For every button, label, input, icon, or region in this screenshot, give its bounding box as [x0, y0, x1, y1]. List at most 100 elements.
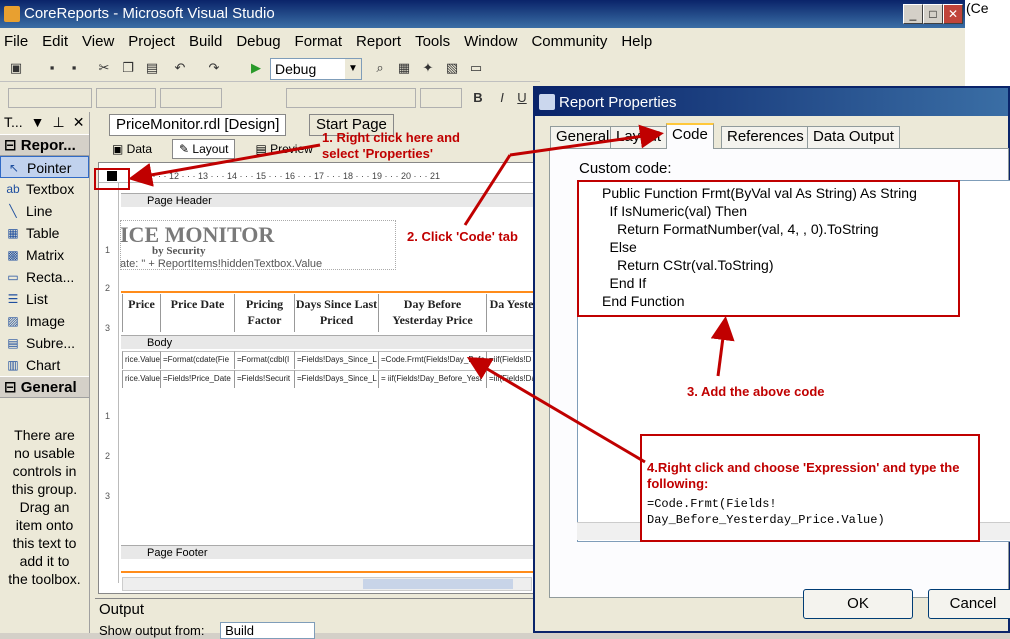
table-cell[interactable]: rice.Value	[122, 351, 160, 369]
close-button[interactable]: ✕	[943, 4, 963, 24]
minimize-button[interactable]: _	[903, 4, 923, 24]
menu-view[interactable]: View	[82, 33, 114, 50]
copy-icon[interactable]: ❐	[120, 60, 136, 76]
scrollbar-thumb[interactable]	[363, 579, 513, 589]
tab-data-output[interactable]: Data Output	[807, 126, 900, 148]
orange-rule	[121, 291, 541, 293]
table-cell[interactable]: =Fields!Securit	[234, 370, 294, 388]
undo-icon[interactable]: ↶	[172, 60, 188, 76]
line-icon: ╲	[9, 204, 17, 218]
paste-icon[interactable]: ▤	[144, 60, 160, 76]
save-all-icon[interactable]: ▪	[66, 60, 82, 76]
toolbox-icon[interactable]: ✦	[420, 60, 436, 76]
page-header-band[interactable]: Page Header	[121, 193, 541, 207]
toolbox-item-label: Chart	[26, 357, 61, 373]
italic-icon[interactable]: I	[494, 90, 510, 106]
menu-tools[interactable]: Tools	[415, 33, 450, 50]
toolbox-item-textbox[interactable]: ab Textbox	[0, 178, 89, 200]
toolbox-item-rectangle[interactable]: ▭ Recta...	[0, 266, 89, 288]
page-header-label: Page Header	[147, 195, 212, 207]
properties-icon	[539, 94, 555, 110]
menu-file[interactable]: File	[4, 33, 28, 50]
toolbox-panel: T... ▼ ⊥ ✕ ⊟ Repor... ↖ Pointer ab Textbox…	[0, 112, 90, 633]
table-icon: ▦	[7, 226, 19, 240]
table-cell[interactable]: =Format(cdate(Fie	[160, 351, 234, 369]
new-project-icon[interactable]: ▣	[8, 60, 24, 76]
toolbox-section-general[interactable]: ⊟ General	[0, 376, 89, 398]
table-cell[interactable]: rice.Value	[122, 370, 160, 388]
tab-references[interactable]: References	[721, 126, 810, 148]
font-size-combo[interactable]	[96, 88, 156, 108]
start-debugging-icon[interactable]: ▶	[248, 60, 264, 76]
style-combo[interactable]	[160, 88, 222, 108]
designer-horizontal-scrollbar[interactable]	[122, 577, 532, 591]
start-page-icon[interactable]: ▭	[468, 60, 484, 76]
menu-build[interactable]: Build	[189, 33, 222, 50]
object-browser-icon[interactable]: ▧	[444, 60, 460, 76]
tab-layout[interactable]: Layout	[610, 126, 668, 148]
find-icon[interactable]: ⌕	[372, 60, 388, 76]
subreport-icon: ▤	[7, 336, 19, 350]
column-header[interactable]: Pricing Factor	[234, 294, 294, 332]
toolbox-item-subreport[interactable]: ▤ Subre...	[0, 332, 89, 354]
output-panel: Output Show output from: Build	[95, 598, 540, 639]
size-combo[interactable]	[420, 88, 462, 108]
menu-report[interactable]: Report	[356, 33, 401, 50]
menu-debug[interactable]: Debug	[236, 33, 280, 50]
menu-help[interactable]: Help	[621, 33, 652, 50]
maximize-button[interactable]: □	[923, 4, 943, 24]
table-cell[interactable]: =iif(Fields!D	[486, 351, 536, 369]
bold-icon[interactable]: B	[470, 90, 486, 106]
toolbox-item-table[interactable]: ▦ Table	[0, 222, 89, 244]
body-band[interactable]: Body	[121, 335, 541, 349]
toolbox-section-report-items[interactable]: ⊟ Repor...	[0, 134, 89, 156]
menu-community[interactable]: Community	[531, 33, 607, 50]
collapse-icon: ⊟	[4, 379, 17, 396]
table-cell[interactable]: =Fields!Days_Since_L	[294, 351, 378, 369]
table-cell[interactable]: =Fields!Days_Since_L	[294, 370, 378, 388]
tab-code[interactable]: Code	[666, 123, 714, 149]
properties-icon[interactable]: ▦	[396, 60, 412, 76]
tab-data[interactable]: ▣ Data	[106, 140, 158, 158]
dropdown-icon[interactable]: ▼	[31, 114, 45, 132]
column-header[interactable]: Day Before Yesterday Price	[378, 294, 486, 332]
ok-button[interactable]: OK	[803, 589, 913, 619]
tab-preview[interactable]: ▤ Preview	[249, 140, 318, 158]
table-cell[interactable]: =iif(Fields!Day_	[486, 370, 536, 388]
column-header[interactable]: Price Date	[160, 294, 234, 332]
tab-pricemonitor-design[interactable]: PriceMonitor.rdl [Design]	[109, 114, 287, 136]
menu-format[interactable]: Format	[295, 33, 343, 50]
table-cell[interactable]: = iif(Fields!Day_Before_Yest	[378, 370, 486, 388]
redo-icon[interactable]: ↷	[206, 60, 222, 76]
table-cell[interactable]: =Format(cdbl(I	[234, 351, 294, 369]
column-header[interactable]: Days Since Last Priced	[294, 294, 378, 332]
table-cell[interactable]: =Code.Frmt(Fields!Day_Befo	[378, 351, 486, 369]
cancel-button[interactable]: Cancel	[928, 589, 1010, 619]
tab-layout[interactable]: ✎ Layout	[172, 139, 236, 159]
toolbox-item-line[interactable]: ╲ Line	[0, 200, 89, 222]
save-icon[interactable]: ▪	[44, 60, 60, 76]
font-combo[interactable]	[8, 88, 92, 108]
toolbox-item-image[interactable]: ▨ Image	[0, 310, 89, 332]
toolbox-item-pointer[interactable]: ↖ Pointer	[0, 156, 89, 178]
output-source-dropdown[interactable]: Build	[220, 622, 316, 639]
cut-icon[interactable]: ✂	[96, 60, 112, 76]
layout-icon: ✎	[179, 142, 193, 156]
menu-window[interactable]: Window	[464, 33, 517, 50]
close-icon[interactable]: ✕	[73, 114, 85, 132]
page-footer-band[interactable]: Page Footer	[121, 545, 541, 559]
format-combo[interactable]	[286, 88, 416, 108]
column-header[interactable]: Da Yeste	[486, 294, 536, 332]
pin-icon[interactable]: ⊥	[53, 114, 65, 132]
underline-icon[interactable]: U	[514, 90, 530, 106]
menu-project[interactable]: Project	[128, 33, 175, 50]
toolbox-item-list[interactable]: ☰ List	[0, 288, 89, 310]
toolbox-item-chart[interactable]: ▥ Chart	[0, 354, 89, 376]
table-cell[interactable]: =Fields!Price_Date	[160, 370, 234, 388]
tab-general[interactable]: General	[550, 126, 616, 148]
toolbox-item-label: Textbox	[26, 181, 75, 197]
solution-configuration-dropdown[interactable]: Debug ▼	[270, 58, 362, 80]
toolbox-item-matrix[interactable]: ▩ Matrix	[0, 244, 89, 266]
column-header[interactable]: Price	[122, 294, 160, 332]
menu-edit[interactable]: Edit	[42, 33, 68, 50]
